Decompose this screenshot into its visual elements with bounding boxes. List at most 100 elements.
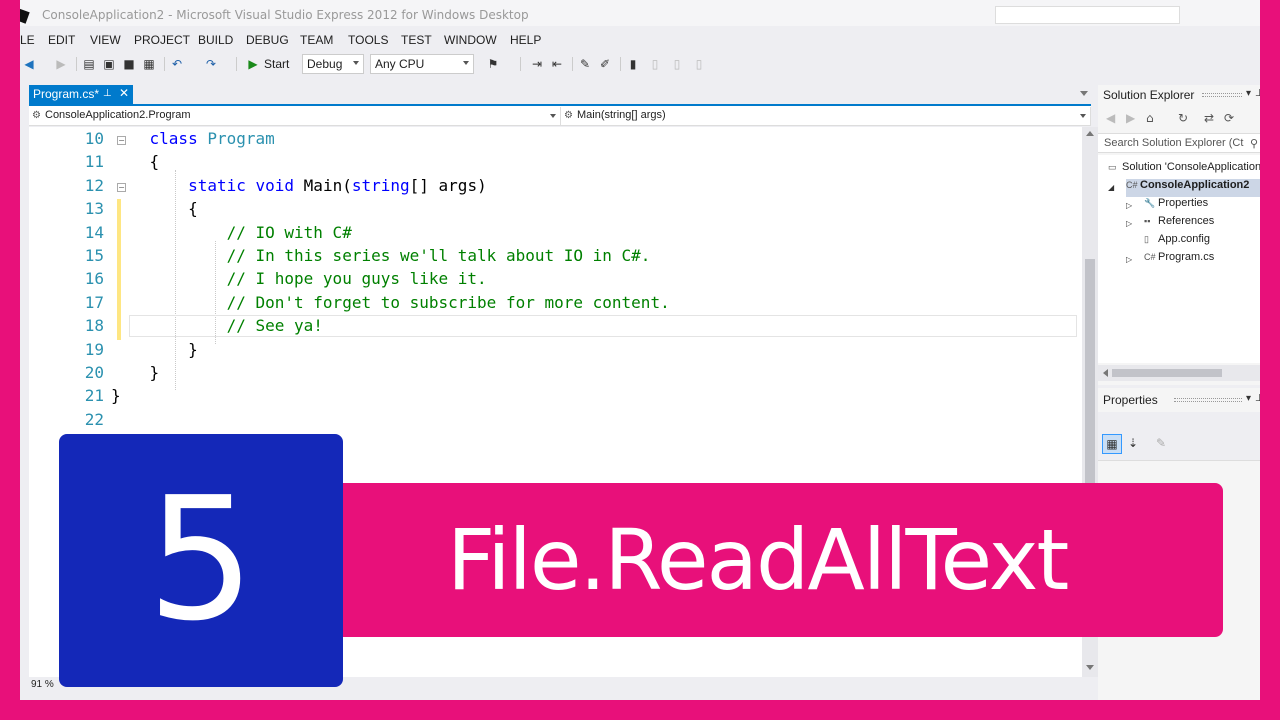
member-dropdown[interactable]: ⚙ Main(string[] args)	[561, 107, 1091, 125]
properties-dropdown-icon[interactable]: ▾	[1246, 393, 1251, 404]
properties-pin-icon[interactable]: ⊥	[1255, 393, 1260, 404]
open-file-icon[interactable]: ▣	[102, 57, 116, 71]
clear-bookmarks-icon[interactable]: ▯	[692, 57, 706, 71]
line-number: 11	[84, 152, 104, 172]
prev-bookmark-icon[interactable]: ▯	[648, 57, 662, 71]
forward-icon[interactable]: ▶	[54, 57, 68, 71]
menu-team[interactable]: TEAM	[300, 33, 333, 47]
line-number: 13	[84, 199, 104, 219]
properties-header: Properties ▾ ⊥	[1098, 390, 1260, 410]
se-back-icon[interactable]: ◀	[1106, 111, 1115, 125]
type-dropdown-value: ConsoleApplication2.Program	[45, 109, 191, 121]
property-pages-icon[interactable]: ✎	[1156, 436, 1166, 450]
episode-number-badge: 5	[59, 434, 343, 687]
indent-icon[interactable]: ⇥	[530, 57, 544, 71]
code-line: static void Main(string[] args)	[111, 176, 487, 195]
tree-expander-icon[interactable]: ◢	[1108, 183, 1114, 192]
tree-expander-icon[interactable]: ▷	[1126, 255, 1132, 264]
code-token: }	[188, 339, 198, 359]
menu-test[interactable]: TEST	[401, 33, 432, 47]
code-token: }	[111, 386, 121, 406]
type-dropdown[interactable]: ⚙ ConsoleApplication2.Program	[29, 107, 561, 125]
next-bookmark-icon[interactable]: ▯	[670, 57, 684, 71]
tab-label: Program.cs*	[33, 87, 100, 101]
menu-debug[interactable]: DEBUG	[246, 33, 289, 47]
platform-select[interactable]: Any CPU	[370, 54, 474, 74]
navigation-bar: ⚙ ConsoleApplication2.Program ⚙ Main(str…	[29, 106, 1091, 126]
find-in-files-icon[interactable]: ⚑	[486, 57, 500, 71]
wrench-icon: 🔧	[1144, 198, 1156, 208]
code-token: Main(	[303, 175, 352, 195]
tab-overflow-dropdown-icon[interactable]	[1080, 91, 1088, 96]
new-project-icon[interactable]: ▤	[82, 57, 96, 71]
solution-explorer-search[interactable]: Search Solution Explorer (Ct ⚲	[1098, 133, 1260, 153]
home-icon[interactable]: ⌂	[1146, 111, 1154, 125]
close-icon[interactable]: ✕	[119, 86, 129, 100]
tree-node[interactable]: ◢ C# ConsoleApplication2	[1108, 179, 1260, 197]
scrollbar-thumb[interactable]	[1112, 369, 1222, 377]
menu-help[interactable]: HELP	[510, 33, 541, 47]
tree-node[interactable]: ▷ 🔧 Properties	[1126, 197, 1260, 215]
se-forward-icon[interactable]: ▶	[1126, 111, 1135, 125]
uncomment-icon[interactable]: ✐	[598, 57, 612, 71]
start-play-icon[interactable]: ▶	[246, 57, 260, 71]
redo-icon[interactable]: ↷	[204, 57, 218, 71]
zoom-level[interactable]: 91 %	[31, 679, 54, 690]
menu-file[interactable]: LE	[20, 33, 35, 47]
code-token: {	[149, 152, 160, 172]
tree-expander-icon[interactable]: ▷	[1126, 201, 1132, 210]
menu-build[interactable]: BUILD	[198, 33, 233, 47]
tree-expander-icon[interactable]: ▷	[1126, 219, 1132, 228]
search-icon[interactable]: ⚲	[1250, 137, 1258, 150]
scroll-down-icon[interactable]	[1086, 665, 1094, 670]
menu-project[interactable]: PROJECT	[134, 33, 190, 47]
menu-window[interactable]: WINDOW	[444, 33, 497, 47]
member-dropdown-value: Main(string[] args)	[577, 109, 666, 121]
line-number: 10	[84, 129, 104, 148]
tree-node-label: ConsoleApplication2	[1140, 179, 1250, 191]
solution-explorer-panel: Solution Explorer ▾ ⊥ ◀ ▶ ⌂ ↻ ⇄ ⟳ Search…	[1098, 85, 1260, 385]
code-token: {	[188, 199, 198, 219]
switch-view-icon[interactable]: ⇄	[1204, 111, 1214, 125]
sync-icon[interactable]: ↻	[1178, 111, 1188, 125]
solution-explorer-horizontal-scrollbar[interactable]	[1098, 365, 1260, 381]
bookmark-icon[interactable]: ▮	[626, 57, 640, 71]
tree-node[interactable]: ▷ C# Program.cs	[1126, 251, 1260, 269]
fold-toggle-icon[interactable]: −	[117, 182, 126, 192]
tree-node[interactable]: ▷ ▪▪ References	[1126, 215, 1260, 233]
undo-icon[interactable]: ↶	[170, 57, 184, 71]
line-number: 19	[84, 339, 104, 359]
csharp-file-icon: C#	[1144, 252, 1156, 262]
outdent-icon[interactable]: ⇤	[550, 57, 564, 71]
back-icon[interactable]: ◀	[22, 57, 36, 71]
tab-program-cs[interactable]: Program.cs* ⊥ ✕	[29, 85, 133, 104]
alphabetical-sort-icon[interactable]: ⇣	[1128, 436, 1138, 450]
menu-tools[interactable]: TOOLS	[348, 33, 388, 47]
scroll-up-icon[interactable]	[1086, 131, 1094, 136]
menu-edit[interactable]: EDIT	[48, 33, 75, 47]
pin-icon[interactable]: ⊥	[103, 88, 112, 99]
panel-pin-icon[interactable]: ⊥	[1255, 88, 1260, 99]
tree-node[interactable]: ▭ Solution 'ConsoleApplication2'	[1108, 161, 1260, 179]
quick-launch-input[interactable]	[995, 6, 1180, 24]
tree-node[interactable]: ▯ App.config	[1144, 233, 1260, 251]
categorized-icon[interactable]: ▦	[1102, 434, 1122, 454]
comment-icon[interactable]: ✎	[578, 57, 592, 71]
refresh-icon[interactable]: ⟳	[1224, 111, 1234, 125]
configuration-select[interactable]: Debug	[302, 54, 364, 74]
code-token: // In this series we'll talk about IO in…	[226, 246, 651, 265]
code-line: {	[111, 199, 198, 218]
current-line-highlight	[129, 315, 1077, 337]
save-all-icon[interactable]: ▦	[142, 57, 156, 71]
save-icon[interactable]: ■	[122, 57, 136, 71]
fold-toggle-icon[interactable]: −	[117, 136, 126, 145]
tree-node-label: Program.cs	[1158, 251, 1215, 263]
start-button[interactable]: Start	[264, 57, 289, 71]
menu-view[interactable]: VIEW	[90, 33, 121, 47]
code-line: // IO with C#	[111, 223, 352, 242]
panel-dropdown-icon[interactable]: ▾	[1246, 88, 1251, 99]
